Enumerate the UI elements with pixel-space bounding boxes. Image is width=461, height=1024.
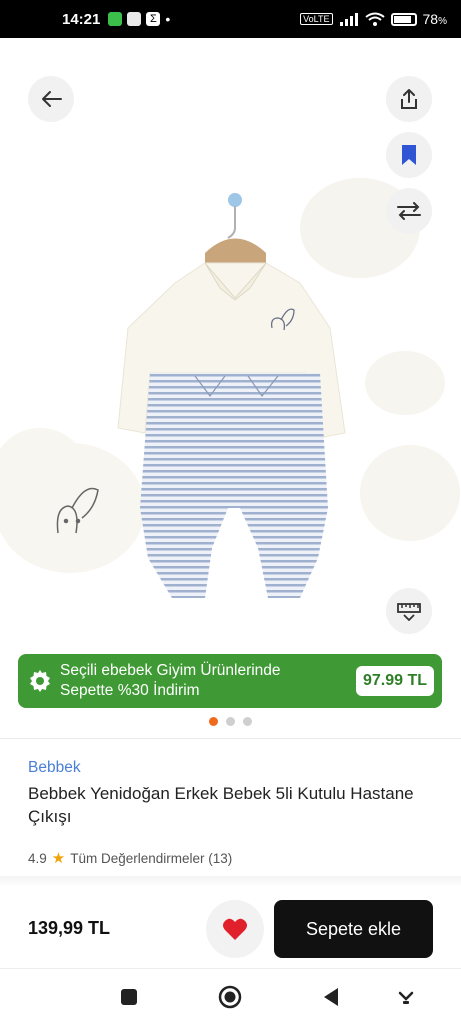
- chevron-down-icon: [398, 991, 414, 1004]
- rating-row[interactable]: 4.9 ★ Tüm Değerlendirmeler (13): [28, 849, 232, 867]
- gear-discount-icon: [30, 670, 50, 692]
- back-button[interactable]: [28, 76, 74, 122]
- circle-icon: [218, 985, 242, 1009]
- battery-value: 78: [422, 11, 439, 27]
- status-bar: 14:21 Σ • VoLTE 78%: [0, 0, 461, 38]
- carousel-dot-1[interactable]: [209, 717, 218, 726]
- promo-line-2: Sepette %30 İndirim: [60, 682, 200, 699]
- arrow-left-icon: [42, 91, 62, 107]
- favorite-button[interactable]: [206, 900, 264, 958]
- reviews-link[interactable]: Tüm Değerlendirmeler (13): [70, 851, 232, 866]
- promo-banner[interactable]: Seçili ebebek Giyim Ürünlerinde Sepette …: [18, 654, 442, 708]
- battery-icon: [390, 12, 417, 26]
- product-price: 139,99 TL: [28, 918, 111, 938]
- heart-icon: [223, 918, 247, 940]
- carousel-dot-3[interactable]: [243, 717, 252, 726]
- promo-text: Seçili ebebek Giyim Ürünlerinde Sepette …: [60, 661, 356, 701]
- compare-button[interactable]: [386, 188, 432, 234]
- product-image-gallery[interactable]: [0, 38, 461, 650]
- size-guide-button[interactable]: [386, 588, 432, 634]
- more-notifications-icon: •: [165, 11, 171, 27]
- battery-percent-sign: %: [438, 16, 447, 27]
- system-nav-bar: [0, 968, 461, 1024]
- ruler-icon: [397, 603, 421, 621]
- carousel-dot-2[interactable]: [226, 717, 235, 726]
- triangle-back-icon: [324, 988, 338, 1006]
- compare-arrows-icon: [397, 202, 421, 220]
- section-shadow: [0, 876, 461, 888]
- square-icon: [121, 989, 137, 1005]
- keyboard-hide-button[interactable]: [392, 983, 420, 1011]
- home-button[interactable]: [216, 983, 244, 1011]
- sigma-app-icon: Σ: [146, 12, 161, 26]
- carousel-indicator: [0, 717, 461, 726]
- bottom-action-bar: 139,99 TL Sepete ekle: [0, 888, 461, 968]
- share-icon: [401, 89, 417, 109]
- battery-level: 78%: [423, 11, 447, 27]
- promo-line-1: Seçili ebebek Giyim Ürünlerinde: [60, 662, 281, 679]
- wifi-icon: [364, 12, 385, 26]
- chart-app-icon: [127, 12, 142, 26]
- product-image: [0, 178, 460, 598]
- back-nav-button[interactable]: [317, 983, 345, 1011]
- whatsapp-icon: [108, 12, 123, 26]
- promo-price: 97.99 TL: [355, 666, 434, 696]
- rating-value: 4.9: [28, 850, 47, 866]
- status-time: 14:21: [62, 10, 101, 28]
- bookmark-icon: [402, 145, 416, 165]
- share-button[interactable]: [386, 76, 432, 122]
- star-icon: ★: [51, 850, 66, 867]
- signal-icon: [339, 13, 358, 26]
- product-title: Bebbek Yenidoğan Erkek Bebek 5li Kutulu …: [28, 784, 414, 826]
- brand-link[interactable]: Bebbek: [28, 759, 81, 777]
- divider: [0, 738, 461, 739]
- volte-icon: VoLTE: [300, 13, 333, 25]
- add-to-cart-button[interactable]: Sepete ekle: [274, 900, 433, 958]
- bookmark-button[interactable]: [386, 132, 432, 178]
- recent-apps-button[interactable]: [115, 983, 143, 1011]
